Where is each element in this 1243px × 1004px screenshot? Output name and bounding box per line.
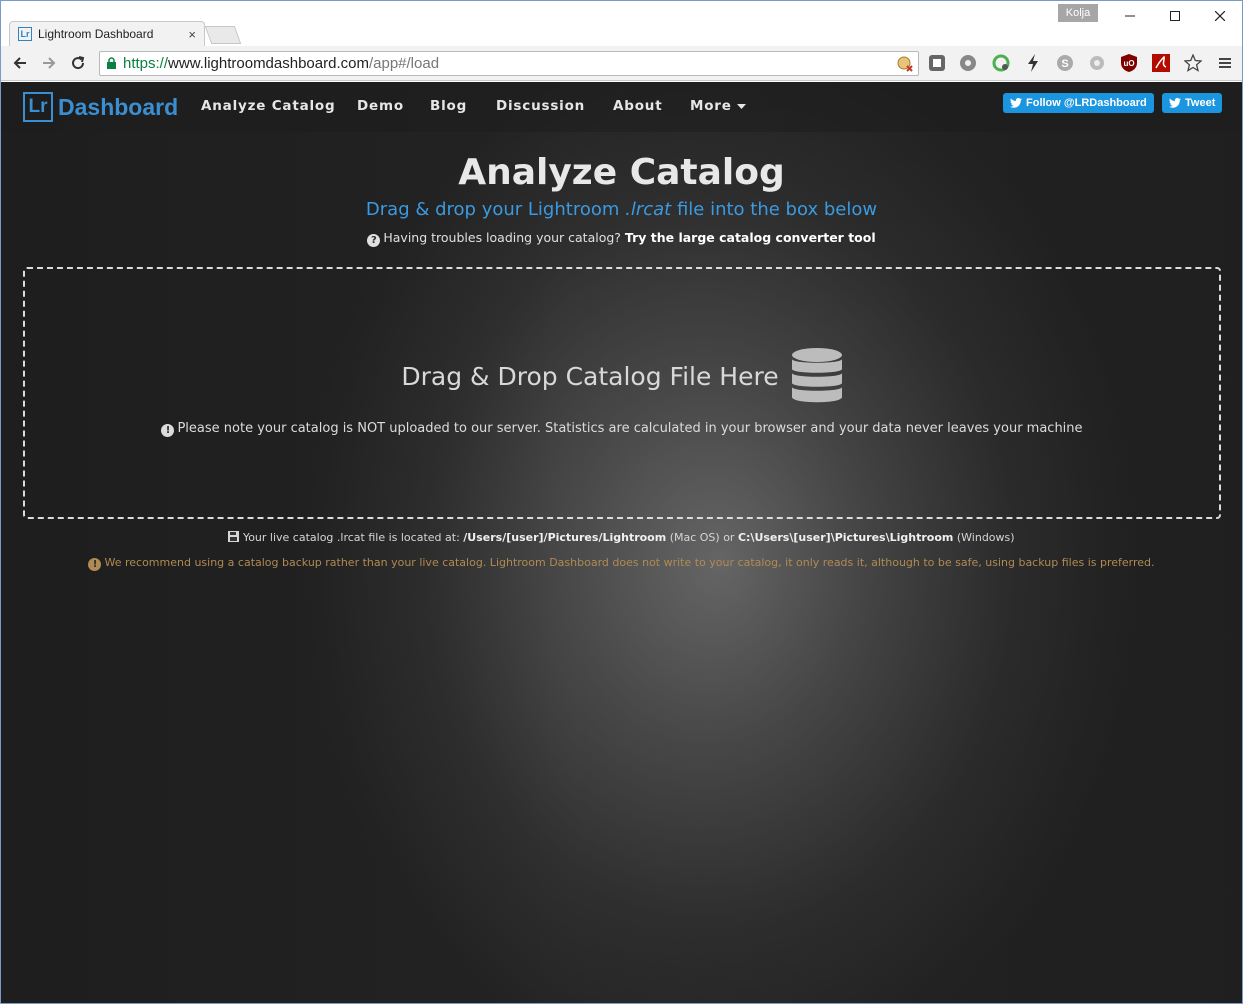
database-icon <box>791 348 842 403</box>
extension-ublock-icon[interactable]: uO <box>1119 53 1139 73</box>
url-text: https://www.lightroomdashboard.com/app#/… <box>123 55 439 72</box>
windows-label: (Windows) <box>956 531 1015 544</box>
page-title: Analyze Catalog <box>458 152 785 193</box>
minimize-icon <box>1125 15 1135 17</box>
help-text: Having troubles loading your catalog? <box>383 230 621 245</box>
mac-catalog-path: /Users/[user]/Pictures/Lightroom <box>463 531 667 544</box>
skype-icon: S <box>1057 55 1073 71</box>
nav-discussion[interactable]: Discussion <box>496 98 585 114</box>
extension-chrome-icon[interactable] <box>1087 53 1107 73</box>
extension-gear-icon[interactable] <box>958 53 978 73</box>
page-viewport: Lr Dashboard Analyze Catalog Demo Blog D… <box>1 82 1242 1003</box>
title-bar: Lr Lightroom Dashboard × Kolja <box>1 1 1242 46</box>
chrome-extension-icon <box>1090 56 1104 70</box>
location-prefix: Your live catalog .lrcat file is located… <box>242 531 460 544</box>
acrobat-icon <box>1152 54 1170 72</box>
minimize-button[interactable] <box>1107 3 1153 29</box>
nav-about[interactable]: About <box>613 98 662 114</box>
maximize-button[interactable] <box>1152 3 1198 29</box>
browser-window: Lr Lightroom Dashboard × Kolja https://w… <box>0 0 1243 1004</box>
mac-label: (Mac OS) or <box>669 531 735 544</box>
nav-more-dropdown[interactable]: More <box>690 98 747 114</box>
exclamation-circle-icon: ! <box>161 424 175 437</box>
extension-refresh-icon[interactable] <box>991 53 1011 73</box>
url-host: www.lightroomdashboard.com <box>168 55 369 72</box>
backup-recommendation-text: We recommend using a catalog backup rath… <box>104 556 1155 569</box>
lr-logo-icon: Lr <box>23 92 53 122</box>
caret-down-icon <box>737 104 747 109</box>
svg-text:uO: uO <box>1123 59 1134 68</box>
svg-text:S: S <box>1061 58 1068 70</box>
brand-name: Dashboard <box>58 93 179 120</box>
brand-logo[interactable]: Lr Dashboard <box>23 92 178 122</box>
lock-icon <box>107 57 116 69</box>
page-subtitle: Drag & drop your Lightroom .lrcat file i… <box>1 199 1242 220</box>
ublock-shield-icon: uO <box>1121 54 1137 72</box>
tweet-label: Tweet <box>1185 97 1216 109</box>
back-button[interactable] <box>9 52 31 74</box>
new-tab-button[interactable] <box>204 26 242 44</box>
subtitle-extension: .lrcat <box>625 199 672 220</box>
twitter-bird-icon <box>1169 98 1181 108</box>
extension-pdf-icon[interactable] <box>1151 53 1171 73</box>
browser-tab[interactable]: Lr Lightroom Dashboard × <box>9 21 205 46</box>
url-scheme: https:// <box>123 55 169 72</box>
tweet-button[interactable]: Tweet <box>1162 93 1223 113</box>
help-line: ? Having troubles loading your catalog? T… <box>1 230 1242 247</box>
subtitle-text-end: file into the box below <box>671 199 878 220</box>
extension-skype-icon[interactable]: S <box>1055 53 1075 73</box>
privacy-note: ! Please note your catalog is NOT uploade… <box>25 421 1219 437</box>
twitter-bird-icon <box>1010 98 1022 108</box>
catalog-location-line: Your live catalog .lrcat file is located… <box>1 531 1242 544</box>
url-path: /app#/load <box>368 55 440 72</box>
extension-square-icon[interactable] <box>927 53 947 73</box>
close-icon <box>1215 11 1225 21</box>
nav-analyze-catalog[interactable]: Analyze Catalog <box>201 98 335 114</box>
nav-blog[interactable]: Blog <box>430 98 467 114</box>
dropzone-title-text: Drag & Drop Catalog File Here <box>401 361 779 391</box>
lightning-icon <box>1028 54 1038 72</box>
back-icon <box>13 57 26 69</box>
extension-bolt-icon[interactable] <box>1023 53 1043 73</box>
floppy-disk-icon <box>228 531 240 542</box>
question-circle-icon: ? <box>367 234 381 247</box>
reload-icon <box>72 56 85 70</box>
gear-icon <box>960 55 976 71</box>
nav-more-label: More <box>690 98 732 114</box>
privacy-note-text: Please note your catalog is NOT uploaded… <box>177 421 1083 436</box>
forward-icon <box>43 57 56 69</box>
catalog-dropzone[interactable]: Drag & Drop Catalog File Here ! Please no… <box>23 267 1221 519</box>
maximize-icon <box>1170 11 1180 21</box>
warning-circle-icon: ! <box>88 558 102 571</box>
site-navbar: Lr Dashboard Analyze Catalog Demo Blog D… <box>1 82 1242 132</box>
browser-toolbar: https://www.lightroomdashboard.com/app#/… <box>1 46 1242 81</box>
backup-recommendation: ! We recommend using a catalog backup rat… <box>1 556 1242 571</box>
reload-button[interactable] <box>67 52 89 74</box>
content-blocked-icon[interactable] <box>896 55 914 73</box>
square-icon <box>929 55 945 71</box>
address-bar[interactable]: https://www.lightroomdashboard.com/app#/… <box>99 51 919 76</box>
twitter-follow-label: Follow @LRDashboard <box>1026 97 1147 109</box>
lightroom-favicon-icon: Lr <box>18 27 32 41</box>
dropzone-title: Drag & Drop Catalog File Here <box>25 347 1219 405</box>
subtitle-text-start: Drag & drop your Lightroom <box>365 199 626 220</box>
windows-catalog-path: C:\Users\[user]\Pictures\Lightroom <box>737 531 954 544</box>
forward-button[interactable] <box>38 52 60 74</box>
refresh-extension-icon <box>992 54 1010 72</box>
tab-close-icon[interactable]: × <box>188 27 196 42</box>
profile-badge[interactable]: Kolja <box>1058 4 1098 22</box>
menu-icon <box>1219 58 1231 68</box>
star-icon <box>1184 54 1202 72</box>
large-catalog-converter-link[interactable]: Try the large catalog converter tool <box>625 230 876 245</box>
twitter-follow-button[interactable]: Follow @LRDashboard <box>1003 93 1154 113</box>
nav-demo[interactable]: Demo <box>357 98 404 114</box>
bookmark-star-button[interactable] <box>1183 53 1203 73</box>
close-window-button[interactable] <box>1197 3 1242 29</box>
chrome-menu-button[interactable] <box>1215 53 1235 73</box>
tab-title: Lightroom Dashboard <box>38 27 154 41</box>
